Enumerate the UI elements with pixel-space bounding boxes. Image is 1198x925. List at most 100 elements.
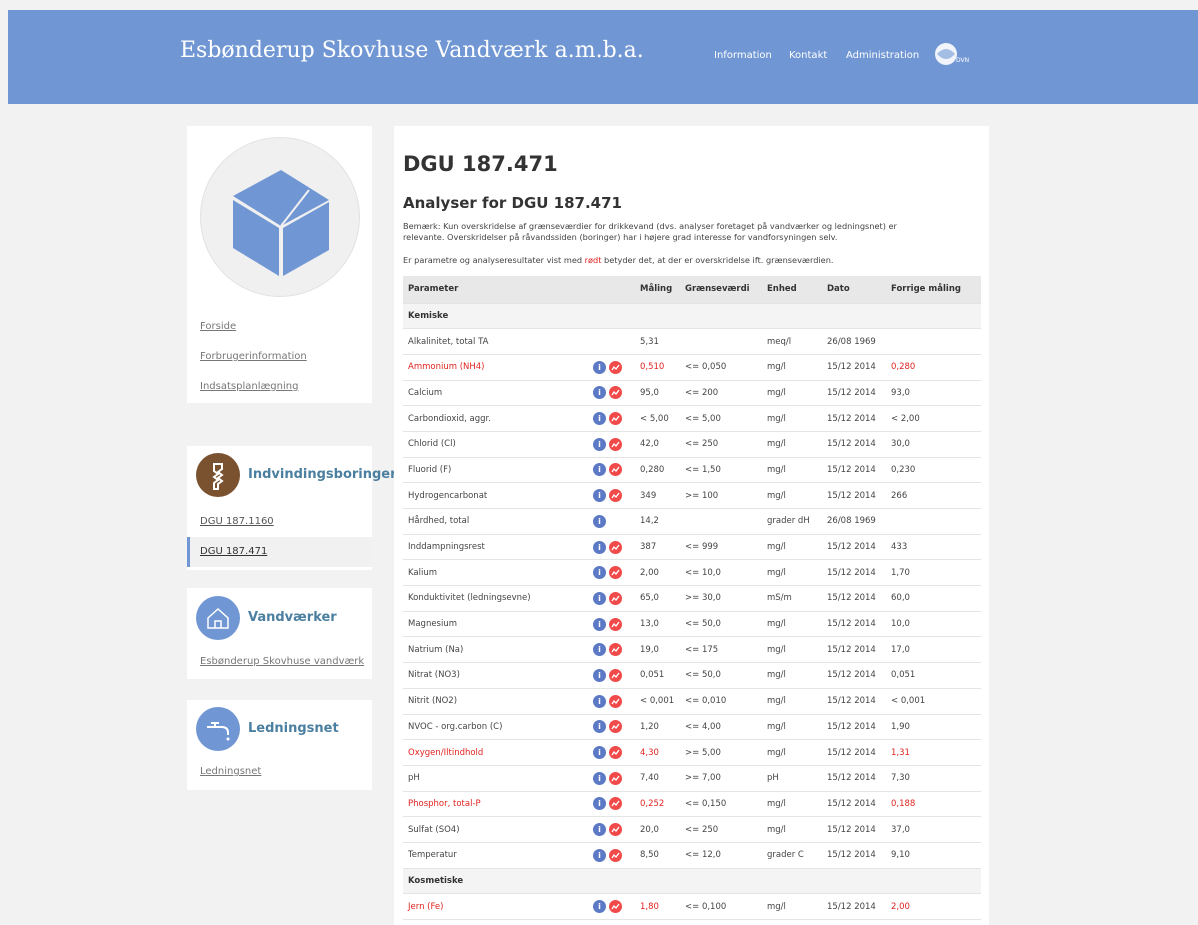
- info-icon[interactable]: i: [593, 437, 606, 451]
- trend-chart-icon[interactable]: [609, 694, 622, 708]
- info-icon[interactable]: i: [593, 720, 606, 734]
- trend-chart-icon[interactable]: [609, 463, 622, 477]
- previous-cell: 37,0: [886, 816, 981, 843]
- value-cell: 0,252: [635, 790, 680, 817]
- icons-cell: i: [588, 919, 635, 925]
- unit-cell: mg/l: [762, 559, 822, 586]
- link-forbrugerinformation[interactable]: Forbrugerinformation: [200, 351, 307, 362]
- trend-chart-icon[interactable]: [609, 720, 622, 734]
- trend-chart-icon[interactable]: [609, 900, 622, 914]
- trend-chart-icon[interactable]: [609, 823, 622, 837]
- icons-cell: i: [588, 508, 635, 535]
- info-icon[interactable]: i: [593, 797, 606, 811]
- date-cell: 15/12 2014: [822, 482, 886, 509]
- info-icon[interactable]: i: [593, 746, 606, 760]
- link-forside[interactable]: Forside: [200, 321, 236, 332]
- table-row: Chlorid (Cl) i 42,0 <= 250 mg/l 15/12 2014 30,…: [403, 430, 981, 458]
- info-icon[interactable]: i: [593, 848, 606, 862]
- table-row: Nitrit (NO2) i < 0,001 <= 0,010 mg/l 15/12 20…: [403, 687, 981, 714]
- parameter-cell: Mangan (Mn): [403, 919, 588, 925]
- info-icon[interactable]: i: [593, 617, 606, 631]
- trend-chart-icon[interactable]: [609, 668, 622, 682]
- info-icon[interactable]: i: [593, 514, 606, 528]
- section-title: Vandværker: [248, 610, 337, 625]
- icons-cell: i: [588, 430, 635, 458]
- trend-chart-icon[interactable]: [609, 489, 622, 503]
- limit-cell: [680, 508, 762, 535]
- table-row: NVOC - org.carbon (C) i 1,20 <= 4,00 mg/l 15/…: [403, 713, 981, 740]
- trend-chart-icon[interactable]: [609, 566, 622, 580]
- icons-cell: i: [588, 482, 635, 509]
- table-row: Phosphor, total-P i 0,252 <= 0,150 mg/l 15/12…: [403, 790, 981, 817]
- unit-cell: mg/l: [762, 482, 822, 509]
- info-icon[interactable]: i: [593, 566, 606, 580]
- group-row: Kemiske: [403, 302, 981, 329]
- value-cell: 1,80: [635, 893, 680, 920]
- info-icon[interactable]: i: [593, 360, 606, 374]
- parameter-cell: Konduktivitet (ledningsevne): [403, 585, 588, 612]
- limit-cell: <= 50,0: [680, 610, 762, 637]
- analyses-title: Analyser for DGU 187.471: [403, 194, 622, 212]
- nav-information[interactable]: Information: [714, 50, 772, 61]
- trend-chart-icon[interactable]: [609, 591, 622, 605]
- link-indsatsplanlaegning[interactable]: Indsatsplanlægning: [200, 381, 298, 392]
- unit-cell: mg/l: [762, 379, 822, 406]
- limit-cell: <= 175: [680, 636, 762, 663]
- info-icon[interactable]: i: [593, 694, 606, 708]
- trend-chart-icon[interactable]: [609, 412, 622, 426]
- info-icon[interactable]: i: [593, 900, 606, 914]
- value-cell: 349: [635, 482, 680, 509]
- site-title[interactable]: Esbønderup Skovhuse Vandværk a.m.b.a.: [180, 38, 644, 63]
- limit-cell: <= 0,010: [680, 687, 762, 714]
- limit-cell: <= 50,0: [680, 662, 762, 689]
- trend-chart-icon[interactable]: [609, 643, 622, 657]
- note-line-1: Bemærk: Kun overskridelse af grænseværdi…: [403, 221, 897, 231]
- info-icon[interactable]: i: [593, 540, 606, 554]
- nav-administration[interactable]: Administration: [846, 50, 919, 61]
- limit-cell: <= 0,020: [680, 919, 762, 925]
- icons-cell: i: [588, 559, 635, 586]
- link-ledningsnet[interactable]: Ledningsnet: [200, 766, 261, 777]
- trend-chart-icon[interactable]: [609, 386, 622, 400]
- info-icon[interactable]: i: [593, 386, 606, 400]
- boring-link-471[interactable]: DGU 187.471: [187, 537, 372, 567]
- info-icon[interactable]: i: [593, 489, 606, 503]
- limit-cell: <= 0,150: [680, 790, 762, 817]
- trend-chart-icon[interactable]: [609, 746, 622, 760]
- trend-chart-icon[interactable]: [609, 848, 622, 862]
- info-icon[interactable]: i: [593, 771, 606, 785]
- date-cell: 15/12 2014: [822, 456, 886, 483]
- section-vandvaerker: Vandværker Esbønderup Skovhuse vandværk: [187, 588, 372, 679]
- info-icon[interactable]: i: [593, 412, 606, 426]
- trend-chart-icon[interactable]: [609, 771, 622, 785]
- trend-chart-icon[interactable]: [609, 437, 622, 451]
- icons-cell: i: [588, 713, 635, 740]
- date-cell: 26/08 1969: [822, 508, 886, 535]
- group-label: Kemiske: [403, 302, 981, 329]
- link-esbonderup-vandvaerk[interactable]: Esbønderup Skovhuse vandværk: [200, 656, 364, 667]
- trend-chart-icon[interactable]: [609, 360, 622, 374]
- parameter-cell: pH: [403, 764, 588, 792]
- trend-chart-icon[interactable]: [609, 797, 622, 811]
- table-row: Temperatur i 8,50 <= 12,0 grader C 15/12 2014…: [403, 841, 981, 869]
- boring-link-1160[interactable]: DGU 187.1160: [187, 507, 372, 537]
- info-icon[interactable]: i: [593, 668, 606, 682]
- analysis-table: Parameter Måling Grænseværdi Enhed Dato …: [403, 276, 981, 925]
- legend-post: betyder det, at der er overskridelse ift…: [601, 255, 834, 265]
- trend-chart-icon[interactable]: [609, 617, 622, 631]
- date-cell: 15/12 2014: [822, 739, 886, 766]
- limit-cell: <= 250: [680, 816, 762, 843]
- info-icon[interactable]: i: [593, 643, 606, 657]
- info-icon[interactable]: i: [593, 463, 606, 477]
- previous-cell: 0,051: [886, 662, 981, 689]
- nav-kontakt[interactable]: Kontakt: [789, 50, 827, 61]
- avatar: [200, 137, 360, 297]
- parameter-cell: Magnesium: [403, 610, 588, 637]
- info-icon[interactable]: i: [593, 823, 606, 837]
- trend-chart-icon[interactable]: [609, 540, 622, 554]
- dvn-logo[interactable]: DVN: [932, 40, 972, 70]
- info-icon[interactable]: i: [593, 591, 606, 605]
- value-cell: 42,0: [635, 430, 680, 458]
- unit-cell: mg/l: [762, 610, 822, 637]
- col-enhed: Enhed: [762, 276, 822, 303]
